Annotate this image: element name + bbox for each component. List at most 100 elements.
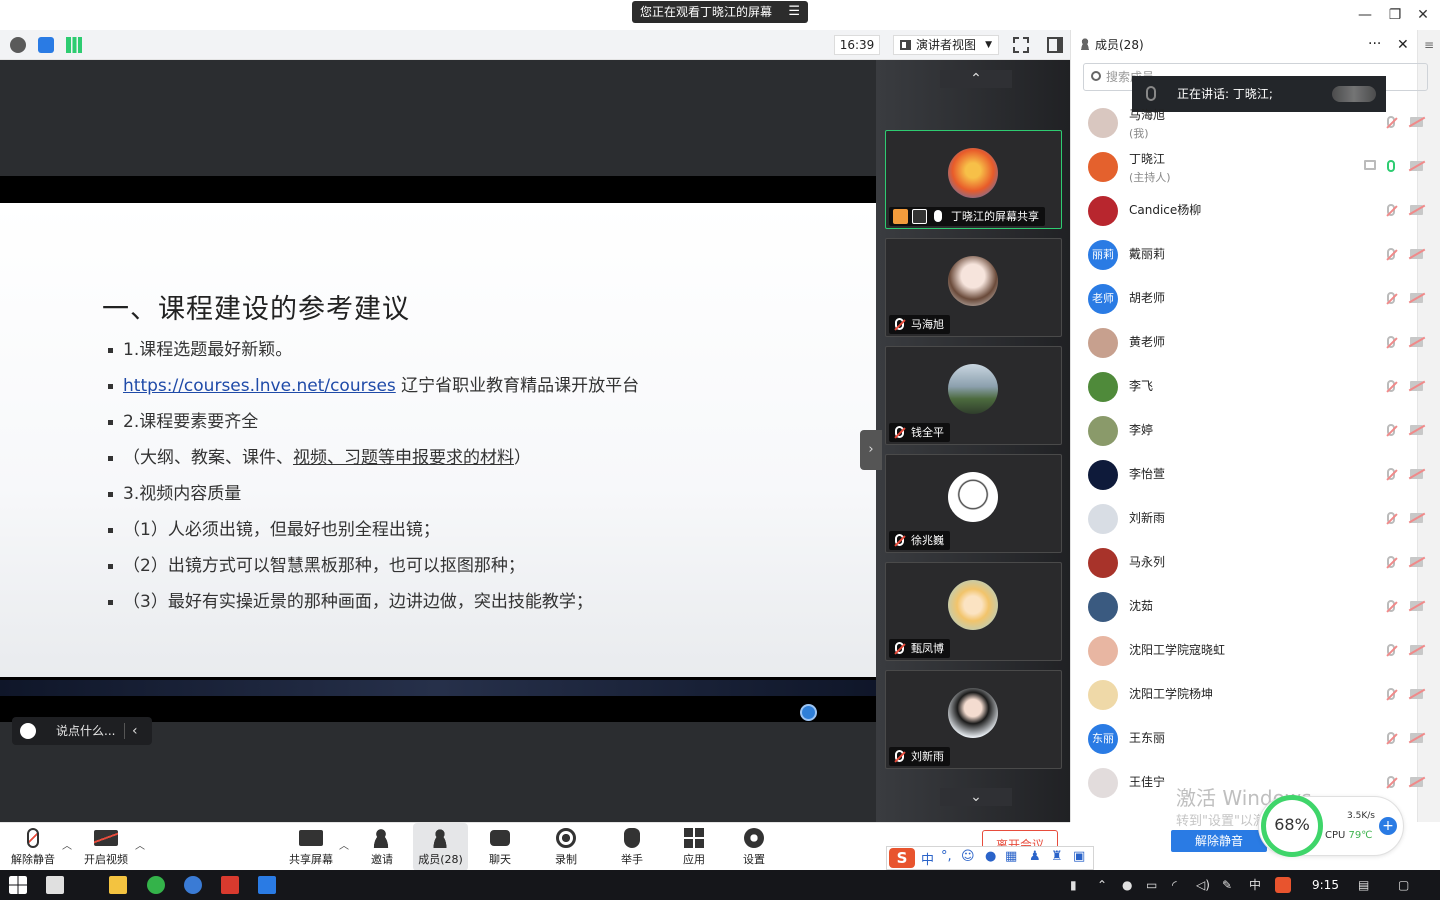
mic-muted-icon[interactable]	[1387, 556, 1395, 568]
mic-muted-icon[interactable]	[1387, 512, 1395, 524]
mic-muted-icon[interactable]	[1387, 424, 1395, 436]
mic-muted-icon[interactable]	[1387, 248, 1395, 260]
wps-icon[interactable]	[221, 876, 239, 894]
mic-muted-icon[interactable]	[1387, 380, 1395, 392]
close-window-button[interactable]: ✕	[1408, 4, 1438, 26]
emoji-icon[interactable]	[20, 723, 36, 739]
view-mode-dropdown[interactable]: 演讲者视图 ▼	[893, 35, 999, 55]
member-row[interactable]: 马海旭 (我)	[1071, 101, 1423, 145]
video-tile[interactable]: 徐兆巍	[885, 454, 1062, 553]
member-row[interactable]: 李婷	[1071, 409, 1423, 453]
keyboard-icon[interactable]: ▦	[1005, 849, 1017, 864]
video-tile[interactable]: 刘新雨	[885, 670, 1062, 769]
mic-muted-icon[interactable]	[1387, 336, 1395, 348]
mic-muted-icon[interactable]	[1387, 468, 1395, 480]
battery-icon[interactable]: ▮	[1070, 875, 1077, 895]
video-off-icon[interactable]	[1410, 777, 1423, 787]
video-off-icon[interactable]	[1410, 205, 1423, 215]
emoji-icon[interactable]: ☺	[961, 849, 975, 864]
mic-muted-icon[interactable]	[1387, 688, 1395, 700]
member-row[interactable]: 丁晓江 (主持人)	[1071, 145, 1423, 189]
start-menu-icon[interactable]	[9, 876, 27, 894]
unmute-button[interactable]: 解除静音	[2, 823, 64, 871]
minimize-button[interactable]: —	[1350, 4, 1380, 26]
member-row[interactable]: 李飞	[1071, 365, 1423, 409]
video-off-icon[interactable]	[1410, 293, 1423, 303]
boost-button[interactable]: +	[1379, 817, 1397, 835]
fullscreen-icon[interactable]	[1013, 37, 1029, 53]
member-row[interactable]: 老师 胡老师	[1071, 277, 1423, 321]
video-off-icon[interactable]	[1410, 689, 1423, 699]
collapse-gallery-handle[interactable]: ›	[860, 430, 882, 470]
video-off-icon[interactable]	[1410, 249, 1423, 259]
settings-button[interactable]: 设置	[723, 823, 785, 871]
tray-lang-indicator[interactable]: 中	[1249, 875, 1261, 895]
chevron-up-icon[interactable]: ︿	[62, 837, 72, 852]
banner-menu-icon[interactable]: ☰	[788, 1, 800, 23]
member-row[interactable]: 东丽 王东丽	[1071, 717, 1423, 761]
video-off-icon[interactable]	[1410, 601, 1423, 611]
start-video-button[interactable]: 开启视频	[75, 823, 137, 871]
close-panel-icon[interactable]: ✕	[1397, 30, 1409, 60]
member-row[interactable]: 沈阳工学院寇晓虹	[1071, 629, 1423, 673]
video-tile[interactable]: 马海旭	[885, 238, 1062, 337]
punctuation-icon[interactable]: °,	[941, 849, 952, 864]
invite-button[interactable]: 邀请	[351, 823, 413, 871]
apps-button[interactable]: 应用	[663, 823, 725, 871]
mic-muted-icon[interactable]	[1387, 204, 1395, 216]
member-row[interactable]: 刘新雨	[1071, 497, 1423, 541]
mic-muted-icon[interactable]	[1387, 116, 1395, 128]
browser-icon[interactable]	[147, 876, 165, 894]
record-button[interactable]: 录制	[535, 823, 597, 871]
video-off-icon[interactable]	[1410, 733, 1423, 743]
video-off-icon[interactable]	[1410, 425, 1423, 435]
video-off-icon[interactable]	[1410, 117, 1423, 127]
member-row[interactable]: Candice杨柳	[1071, 189, 1423, 233]
maximize-button[interactable]: ❐	[1380, 4, 1410, 26]
mic-muted-icon[interactable]	[1387, 292, 1395, 304]
notification-icon[interactable]: ▤	[1358, 875, 1369, 895]
gallery-scroll-down-button[interactable]: ⌄	[940, 788, 1012, 806]
video-off-icon[interactable]	[1410, 557, 1423, 567]
side-panel-toggle-icon[interactable]	[1047, 37, 1063, 53]
member-row[interactable]: 沈阳工学院杨坤	[1071, 673, 1423, 717]
pen-icon[interactable]: ✎	[1222, 875, 1232, 895]
signal-icon[interactable]	[66, 37, 82, 53]
video-off-icon[interactable]	[1410, 161, 1423, 171]
members-button[interactable]: 成员(28)	[413, 823, 468, 871]
task-view-icon[interactable]	[46, 876, 64, 894]
unmute-all-button[interactable]: 解除静音	[1171, 830, 1267, 852]
member-row[interactable]: 沈茹	[1071, 585, 1423, 629]
mic-muted-icon[interactable]	[1387, 600, 1395, 612]
mic-on-icon[interactable]	[1387, 160, 1395, 172]
file-explorer-icon[interactable]	[109, 876, 127, 894]
meeting-app-icon[interactable]	[258, 876, 276, 894]
video-tile[interactable]: 钱全平	[885, 346, 1062, 445]
shield-icon[interactable]	[38, 37, 54, 53]
member-row[interactable]: 丽莉 戴丽莉	[1071, 233, 1423, 277]
sogou-tray-icon[interactable]	[1275, 877, 1291, 893]
skin-icon[interactable]: ♜	[1051, 849, 1063, 864]
raise-hand-button[interactable]: 举手	[601, 823, 663, 871]
toolbox-icon[interactable]: ▣	[1073, 849, 1085, 864]
video-off-icon[interactable]	[1410, 469, 1423, 479]
video-tile[interactable]: 丁晓江的屏幕共享	[885, 130, 1062, 229]
action-center-icon[interactable]: ▢	[1398, 875, 1409, 895]
viewing-banner[interactable]: 您正在观看丁晓江的屏幕 ☰	[632, 1, 808, 23]
chevron-up-icon[interactable]: ⌃	[1097, 875, 1107, 895]
video-off-icon[interactable]	[1410, 337, 1423, 347]
chevron-left-icon[interactable]: ‹	[132, 717, 138, 745]
taskbar-clock[interactable]: 9:15	[1312, 875, 1339, 895]
wifi-icon[interactable]: ◜	[1172, 875, 1177, 895]
volume-icon[interactable]: ◁)	[1196, 875, 1210, 895]
chevron-up-icon[interactable]: ︿	[135, 837, 145, 852]
video-tile[interactable]: 甄凤博	[885, 562, 1062, 661]
chat-button[interactable]: 聊天	[469, 823, 531, 871]
member-row[interactable]: 黄老师	[1071, 321, 1423, 365]
video-off-icon[interactable]	[1410, 513, 1423, 523]
mic-muted-icon[interactable]	[1387, 732, 1395, 744]
mic-tray-icon[interactable]: ●	[1122, 875, 1132, 895]
voice-input-icon[interactable]: ●	[985, 849, 996, 864]
chat-input[interactable]: 说点什么... ‹	[12, 717, 152, 745]
more-options-icon[interactable]: ···	[1368, 30, 1381, 58]
